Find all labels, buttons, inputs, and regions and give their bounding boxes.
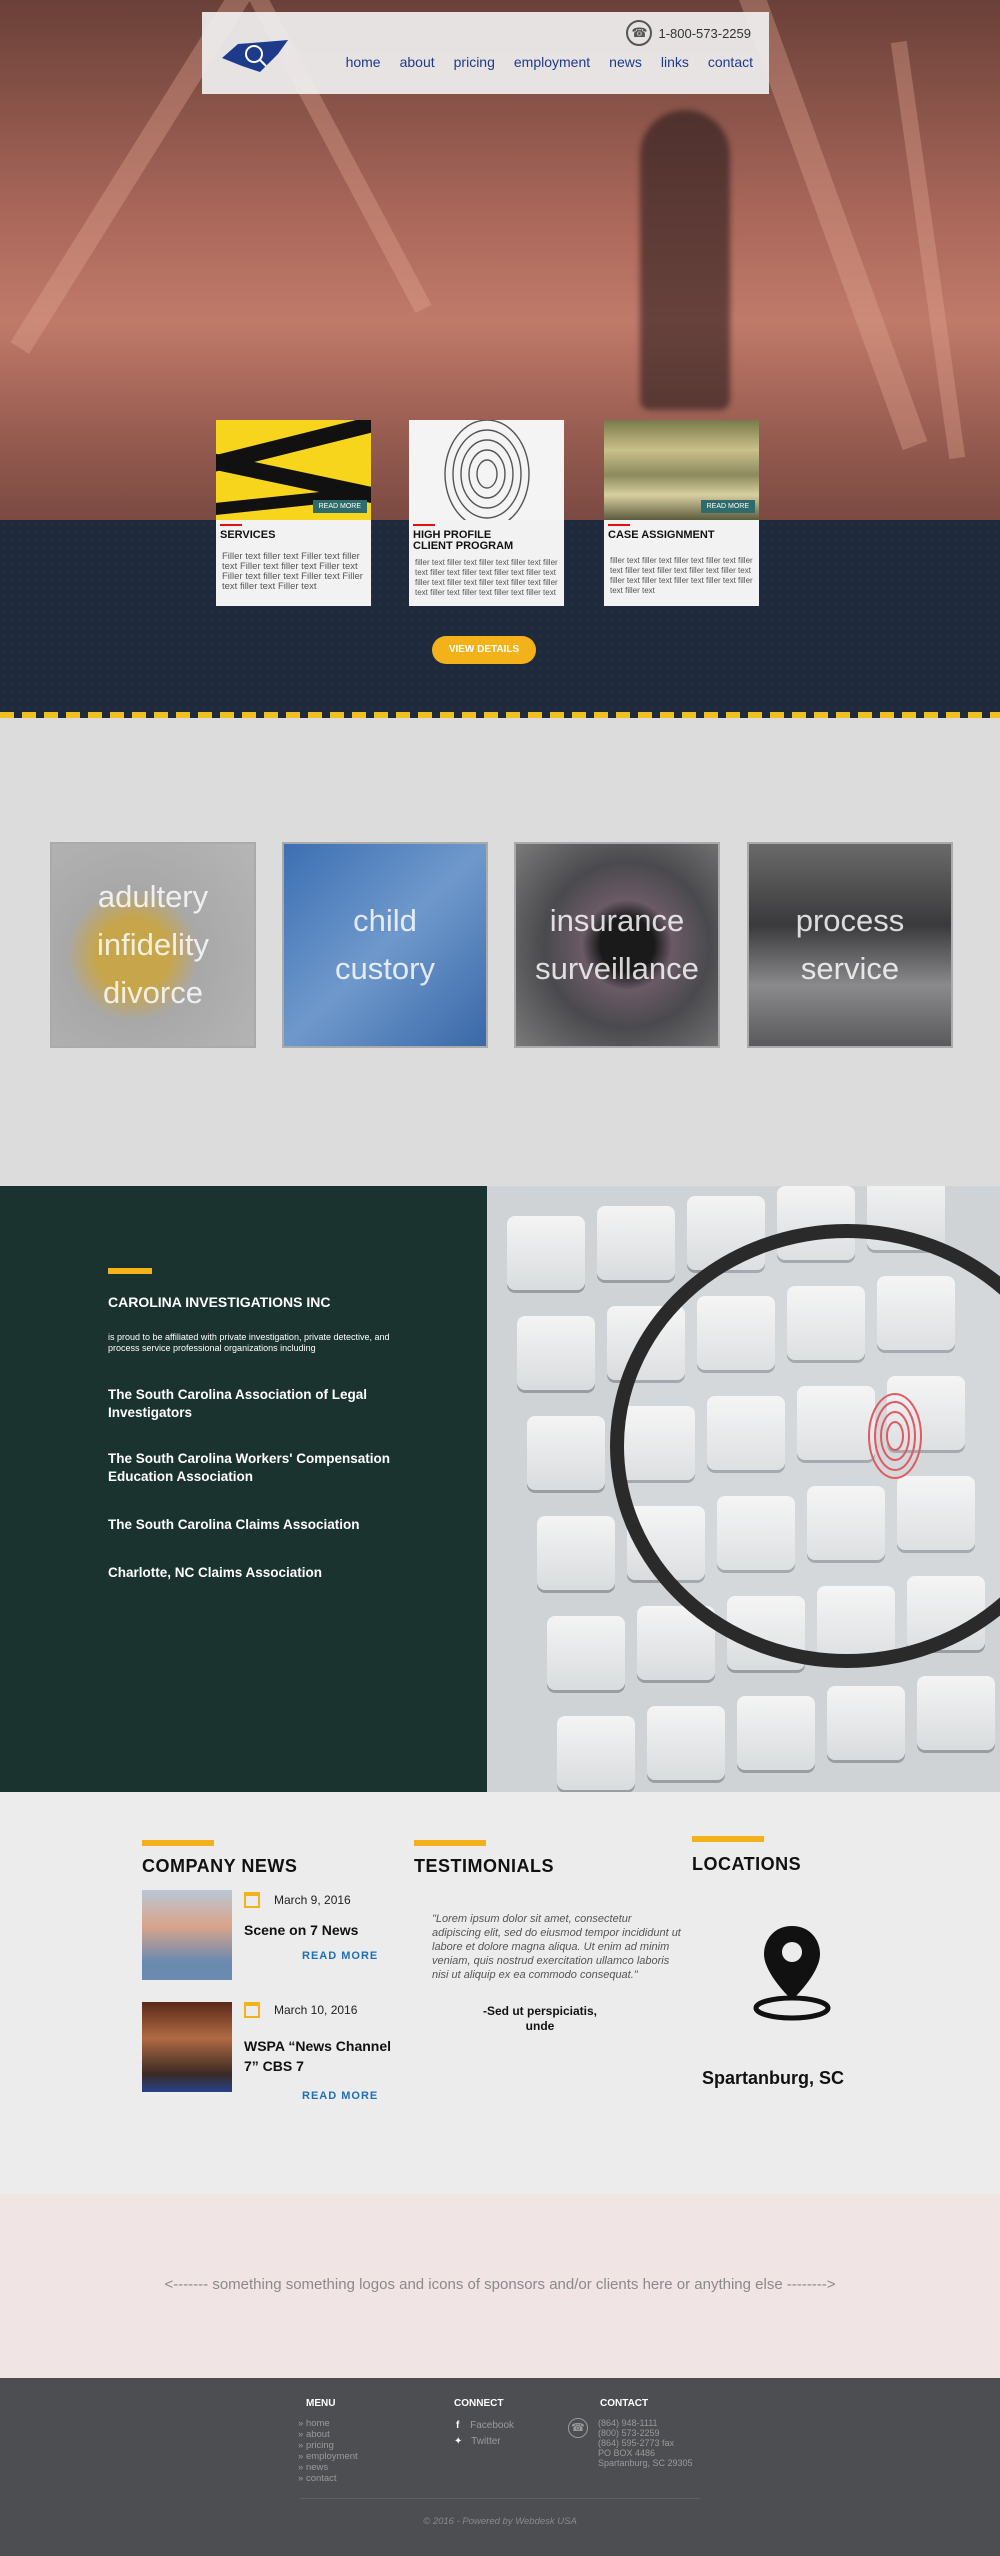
nav-news[interactable]: news [609, 54, 642, 70]
news-thumbnail[interactable] [142, 1890, 232, 1980]
footer-divider [300, 2498, 700, 2499]
news-read-more[interactable]: READ MORE [302, 1950, 378, 1962]
calendar-icon [244, 1892, 260, 1908]
service-child-custody[interactable]: child custory [282, 842, 488, 1048]
keyboard-magnifier-image [487, 1186, 1000, 1792]
news-headline[interactable]: WSPA “News Channel 7” CBS 7 [244, 2036, 394, 2076]
footer-link-news[interactable]: news [298, 2462, 358, 2473]
nav-home[interactable]: home [346, 54, 381, 70]
location-city: Spartanburg, SC [702, 2068, 845, 2088]
service-label: adultery infidelity divorce [97, 879, 209, 1010]
service-label: insurance surveillance [535, 903, 699, 986]
org-item: The South Carolina Workers' Compensation… [108, 1451, 390, 1484]
footer-link-contact[interactable]: contact [298, 2473, 358, 2484]
card-text: filler text filler text filler text fill… [610, 556, 753, 595]
accent-bar [692, 1836, 764, 1842]
card-text: Filler text filler text Filler text fill… [222, 551, 363, 592]
footer-connect-title: CONNECT [454, 2398, 504, 2409]
nav-employment[interactable]: employment [514, 54, 590, 70]
feature-card-services[interactable]: READ MORE SERVICES Filler text filler te… [216, 420, 371, 606]
case-files-image: READ MORE [604, 420, 759, 520]
facebook-icon: f [456, 2420, 460, 2431]
crime-scene-tape-image: READ MORE [216, 420, 371, 520]
footer-link-pricing[interactable]: pricing [298, 2440, 358, 2451]
title-accent [413, 524, 435, 526]
footer-link-employment[interactable]: employment [298, 2451, 358, 2462]
title-accent [608, 524, 630, 526]
accent-bar [142, 1840, 214, 1846]
facebook-link[interactable]: f Facebook [456, 2420, 514, 2431]
locations-title: LOCATIONS [692, 1854, 802, 1874]
services-section: adultery infidelity divorce child custory i… [0, 718, 1000, 1186]
keyboard-key [517, 1316, 595, 1390]
calendar-icon [244, 2002, 260, 2018]
news-read-more[interactable]: READ MORE [302, 2090, 378, 2102]
twitter-link[interactable]: ✦ Twitter [454, 2436, 501, 2447]
nav-pricing[interactable]: pricing [454, 54, 495, 70]
service-adultery[interactable]: adultery infidelity divorce [50, 842, 256, 1048]
news-title: COMPANY NEWS [142, 1856, 298, 1876]
magnifying-glass-icon [610, 1224, 1000, 1668]
copyright-text: © 2016 - Powered by Webdesk USA [423, 2516, 577, 2527]
fingerprint-image [409, 420, 564, 520]
affiliations-section: CAROLINA INVESTIGATIONS INC is proud to … [0, 1186, 487, 1792]
card-read-more[interactable]: READ MORE [312, 500, 367, 513]
twitter-icon: ✦ [454, 2436, 463, 2447]
card-text: filler text filler text filler text fill… [415, 558, 558, 597]
phone-icon: ☎ [626, 20, 653, 46]
company-name: CAROLINA INVESTIGATIONS INC [108, 1294, 331, 1310]
site-footer: MENU home about pricing employment news … [0, 2378, 1000, 2556]
accent-bar [108, 1268, 152, 1274]
keyboard-key [537, 1516, 615, 1590]
phone-number[interactable]: ☎ 1-800-573-2259 [626, 20, 751, 46]
keyboard-key [527, 1416, 605, 1490]
news-date: March 10, 2016 [274, 2003, 358, 2017]
card-title: HIGH PROFILE CLIENT PROGRAM [413, 529, 514, 552]
service-process-service[interactable]: process service [747, 842, 953, 1048]
info-section: COMPANY NEWS March 9, 2016 Scene on 7 Ne… [0, 1792, 1000, 2194]
accent-bar [414, 1840, 486, 1846]
map-pin-icon[interactable] [752, 1922, 832, 2022]
nav-links[interactable]: links [661, 54, 689, 70]
service-insurance-surveillance[interactable]: insurance surveillance [514, 842, 720, 1048]
footer-menu-title: MENU [306, 2398, 336, 2409]
phone-text: 1-800-573-2259 [658, 25, 751, 41]
phone-icon: ☎ [568, 2418, 588, 2438]
nav-contact[interactable]: contact [708, 54, 753, 70]
testimonial-author: -Sed ut perspiciatis, unde [482, 2004, 598, 2033]
testimonial-quote: "Lorem ipsum dolor sit amet, consectetur… [432, 1913, 681, 1981]
service-label: process service [795, 903, 905, 986]
footer-link-home[interactable]: home [298, 2418, 358, 2429]
org-item: The South Carolina Claims Association [108, 1517, 360, 1532]
footer-contact-info: (864) 948-1111 (800) 573-2259 (864) 595-… [598, 2418, 693, 2468]
testimonials-title: TESTIMONIALS [414, 1856, 554, 1876]
org-item: The South Carolina Association of Legal … [108, 1387, 368, 1420]
sponsors-section: <------- something something logos and i… [0, 2194, 1000, 2378]
walking-person [640, 110, 730, 410]
feature-card-case-assignment[interactable]: READ MORE CASE ASSIGNMENT filler text fi… [604, 420, 759, 606]
main-menu: home about pricing employment news links… [346, 54, 753, 70]
news-thumbnail[interactable] [142, 2002, 232, 2092]
nav-about[interactable]: about [400, 54, 435, 70]
keyboard-key [507, 1216, 585, 1290]
card-read-more[interactable]: READ MORE [700, 500, 755, 513]
footer-menu: home about pricing employment news conta… [298, 2418, 358, 2484]
card-title: CASE ASSIGNMENT [608, 529, 715, 541]
footer-link-about[interactable]: about [298, 2429, 358, 2440]
sponsors-placeholder: <------- something something logos and i… [164, 2276, 836, 2293]
view-details-button[interactable]: VIEW DETAILS [432, 636, 536, 664]
news-date: March 9, 2016 [274, 1893, 351, 1907]
service-label: child custory [335, 903, 435, 986]
card-title: SERVICES [220, 529, 276, 541]
footer-contact-title: CONTACT [600, 2398, 649, 2409]
org-item: Charlotte, NC Claims Association [108, 1565, 323, 1580]
feature-card-high-profile[interactable]: HIGH PROFILE CLIENT PROGRAM filler text … [409, 420, 564, 606]
title-accent [220, 524, 242, 526]
news-headline[interactable]: Scene on 7 News [244, 1920, 358, 1940]
top-navbar: ☎ 1-800-573-2259 home about pricing empl… [202, 12, 769, 94]
company-subtitle: is proud to be affiliated with private i… [108, 1332, 390, 1353]
logo-icon[interactable] [220, 36, 290, 76]
